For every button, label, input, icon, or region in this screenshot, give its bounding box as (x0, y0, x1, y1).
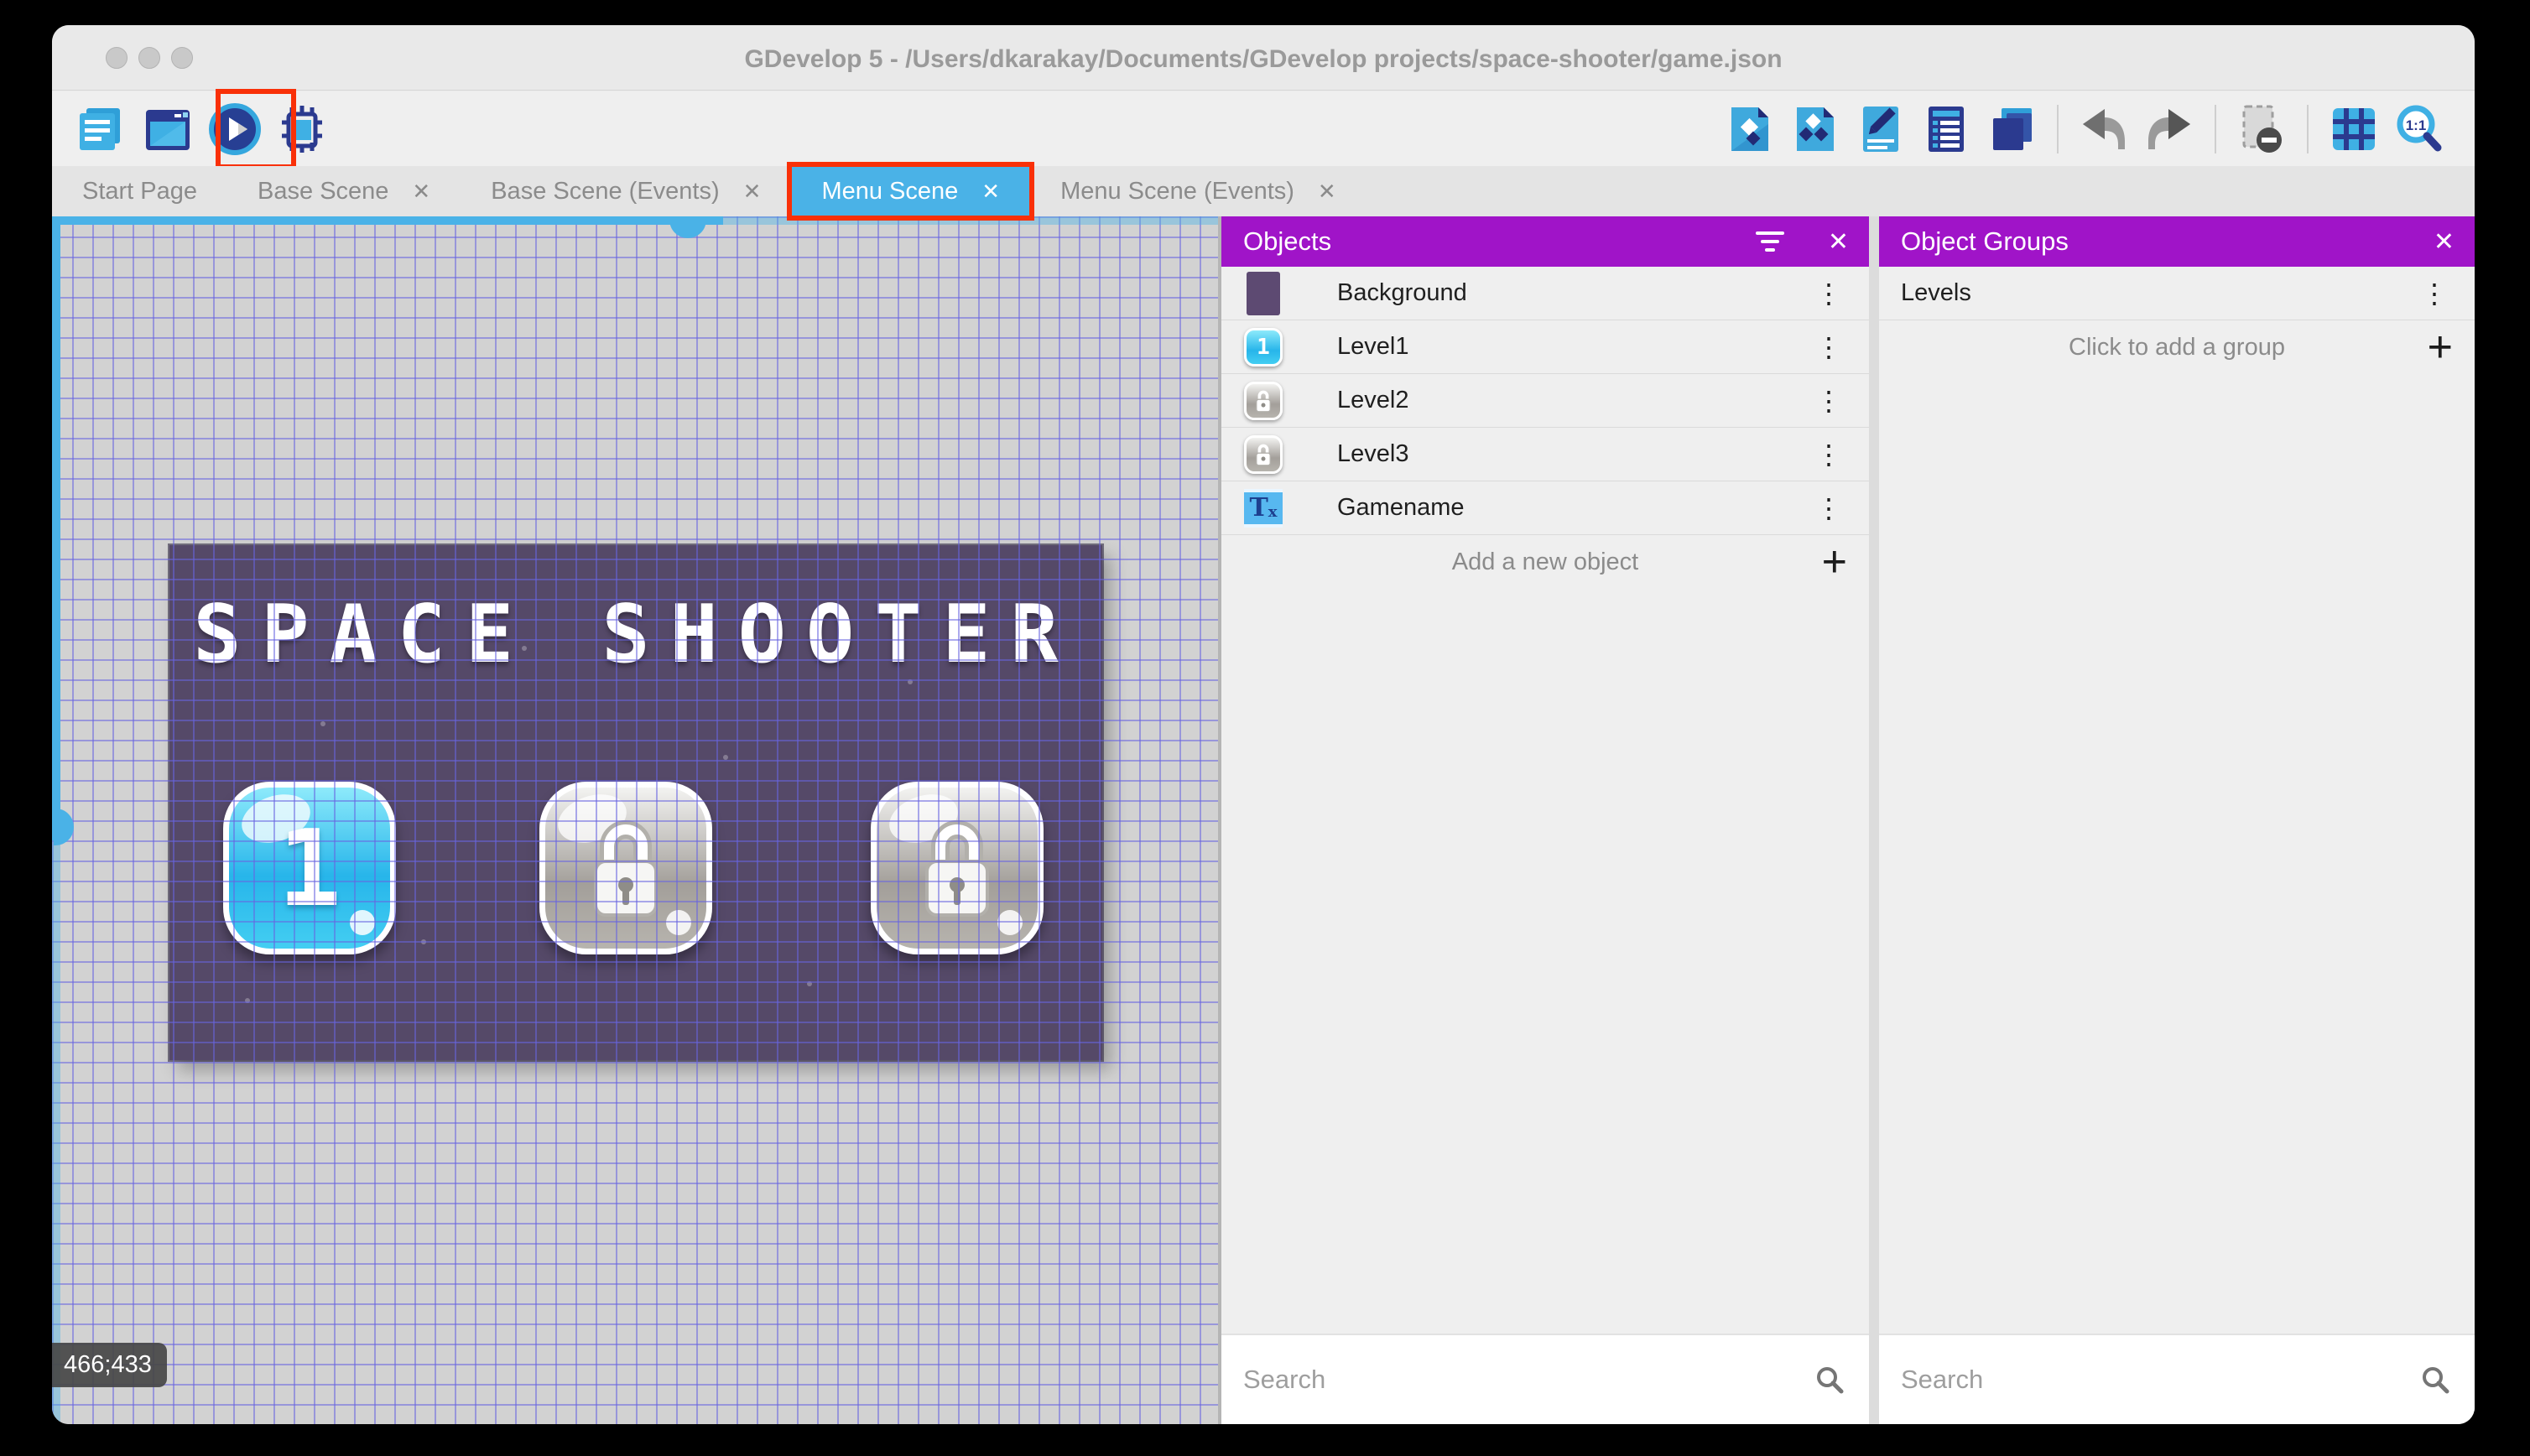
tab-label: Menu Scene (Events) (1060, 177, 1294, 205)
content-area: SPACE SHOOTER 1 466;433 Objects ✕ Backgr… (52, 216, 2475, 1424)
close-tab-icon[interactable]: ✕ (743, 179, 762, 205)
level3-button-instance[interactable] (871, 782, 1044, 954)
tab-label: Base Scene (Events) (491, 177, 720, 205)
background-thumbnail (1243, 271, 1283, 315)
tab-base-scene[interactable]: Base Scene ✕ (227, 166, 461, 216)
level-button-thumbnail: 1 (1243, 327, 1283, 367)
close-tab-icon[interactable]: ✕ (1318, 179, 1336, 205)
groups-search-bar (1879, 1334, 2475, 1424)
grid-icon[interactable] (2327, 102, 2381, 156)
vertical-scrollbar-thumb[interactable] (54, 809, 74, 845)
zoom-1-1-icon[interactable]: 1:1 (2392, 102, 2446, 156)
groups-search-input[interactable] (1879, 1365, 2421, 1395)
instances-list-icon[interactable] (1919, 102, 1973, 156)
redo-icon[interactable] (2142, 102, 2196, 156)
object-row-level2[interactable]: Level2 ⋮ (1221, 374, 1869, 428)
objects-panel-title: Objects (1243, 226, 1332, 256)
undo-icon[interactable] (2077, 102, 2131, 156)
objects-list: Background ⋮ 1 Level1 ⋮ Level2 ⋮ Level3 … (1221, 267, 1869, 1334)
toolbar-right: 1:1 (1723, 91, 2446, 166)
object-groups-panel: Object Groups ✕ Levels ⋮ Click to add a … (1879, 216, 2475, 1424)
tab-label: Start Page (82, 177, 198, 205)
lock-icon (877, 788, 1038, 949)
object-row-level1[interactable]: 1 Level1 ⋮ (1221, 320, 1869, 374)
debugger-icon[interactable] (275, 102, 329, 156)
object-menu-icon[interactable]: ⋮ (1804, 428, 1854, 481)
panel-divider[interactable] (1869, 216, 1879, 1424)
tab-label: Menu Scene (821, 177, 959, 205)
tab-base-scene-events[interactable]: Base Scene (Events) ✕ (461, 166, 791, 216)
scene-editor-canvas[interactable]: SPACE SHOOTER 1 466;433 (52, 216, 1218, 1424)
object-groups-panel-header: Object Groups ✕ (1879, 216, 2475, 267)
scene-background-instance[interactable]: SPACE SHOOTER 1 (169, 545, 1102, 1060)
close-tab-icon[interactable]: ✕ (412, 179, 430, 205)
tab-menu-scene-events[interactable]: Menu Scene (Events) ✕ (1030, 166, 1367, 216)
tab-menu-scene[interactable]: Menu Scene ✕ (787, 162, 1035, 221)
lock-icon (545, 788, 706, 949)
groups-list: Levels ⋮ Click to add a group + (1879, 267, 2475, 1334)
level2-button-instance[interactable] (539, 782, 712, 954)
objects-panel-icon[interactable] (1723, 102, 1777, 156)
locked-button-thumbnail (1243, 434, 1283, 475)
plus-icon[interactable]: + (1822, 540, 1847, 584)
close-tab-icon[interactable]: ✕ (981, 179, 1000, 205)
level1-button-instance[interactable]: 1 (223, 782, 396, 954)
toolbar-separator (2215, 104, 2216, 153)
toolbar-separator (2057, 104, 2059, 153)
search-icon (1817, 1367, 1844, 1394)
gamename-text-instance[interactable]: SPACE SHOOTER (169, 589, 1102, 681)
scene-window-icon[interactable] (141, 102, 195, 156)
close-panel-icon[interactable]: ✕ (1808, 227, 1869, 257)
plus-icon[interactable]: + (2428, 325, 2453, 369)
horizontal-scrollbar[interactable] (52, 216, 1218, 225)
object-groups-panel-icon[interactable] (1788, 102, 1842, 156)
tab-start-page[interactable]: Start Page (52, 166, 227, 216)
search-icon (2423, 1367, 2449, 1394)
object-menu-icon[interactable]: ⋮ (1804, 267, 1854, 320)
play-icon[interactable] (208, 102, 262, 156)
object-menu-icon[interactable]: ⋮ (1804, 481, 1854, 535)
cursor-coordinates-badge: 466;433 (52, 1343, 167, 1387)
add-object-label: Add a new object (1451, 548, 1639, 575)
tab-bar: Start Page Base Scene ✕ Base Scene (Even… (52, 162, 2475, 221)
object-row-gamename[interactable]: Tx Gamename ⋮ (1221, 481, 1869, 535)
toolbar-left (74, 89, 329, 169)
properties-icon[interactable] (1854, 102, 1908, 156)
titlebar: GDevelop 5 - /Users/dkarakay/Documents/G… (52, 25, 2475, 91)
film-minus-icon[interactable] (2235, 102, 2288, 156)
tab-label: Base Scene (258, 177, 389, 205)
objects-panel-header: Objects ✕ (1221, 216, 1869, 267)
toolbar: 1:1 (52, 89, 2475, 169)
add-object-row[interactable]: Add a new object + (1221, 535, 1869, 589)
layers-icon[interactable] (1985, 102, 2038, 156)
svg-text:1:1: 1:1 (2406, 117, 2427, 133)
level1-number: 1 (278, 806, 341, 930)
object-menu-icon[interactable]: ⋮ (1804, 320, 1854, 374)
objects-search-input[interactable] (1221, 1365, 1815, 1395)
window-title: GDevelop 5 - /Users/dkarakay/Documents/G… (744, 45, 1783, 73)
group-row-levels[interactable]: Levels ⋮ (1879, 267, 2475, 320)
add-group-label: Click to add a group (2069, 333, 2285, 361)
object-menu-icon[interactable]: ⋮ (1804, 374, 1854, 428)
group-menu-icon[interactable]: ⋮ (2409, 267, 2460, 320)
object-row-level3[interactable]: Level3 ⋮ (1221, 428, 1869, 481)
text-object-thumbnail: Tx (1243, 488, 1283, 528)
add-group-row[interactable]: Click to add a group + (1879, 320, 2475, 374)
toolbar-separator (2307, 104, 2309, 153)
gdevelop-window: GDevelop 5 - /Users/dkarakay/Documents/G… (52, 25, 2475, 1424)
objects-search-bar (1221, 1334, 1869, 1424)
filter-icon[interactable] (1755, 231, 1784, 252)
object-groups-panel-title: Object Groups (1901, 226, 2069, 256)
objects-panel: Objects ✕ Background ⋮ 1 Level1 ⋮ Level2… (1221, 216, 1869, 1424)
project-manager-icon[interactable] (74, 102, 128, 156)
locked-button-thumbnail (1243, 381, 1283, 421)
object-row-background[interactable]: Background ⋮ (1221, 267, 1869, 320)
horizontal-scrollbar-thumb[interactable] (669, 218, 706, 238)
close-panel-icon[interactable]: ✕ (2413, 227, 2475, 257)
